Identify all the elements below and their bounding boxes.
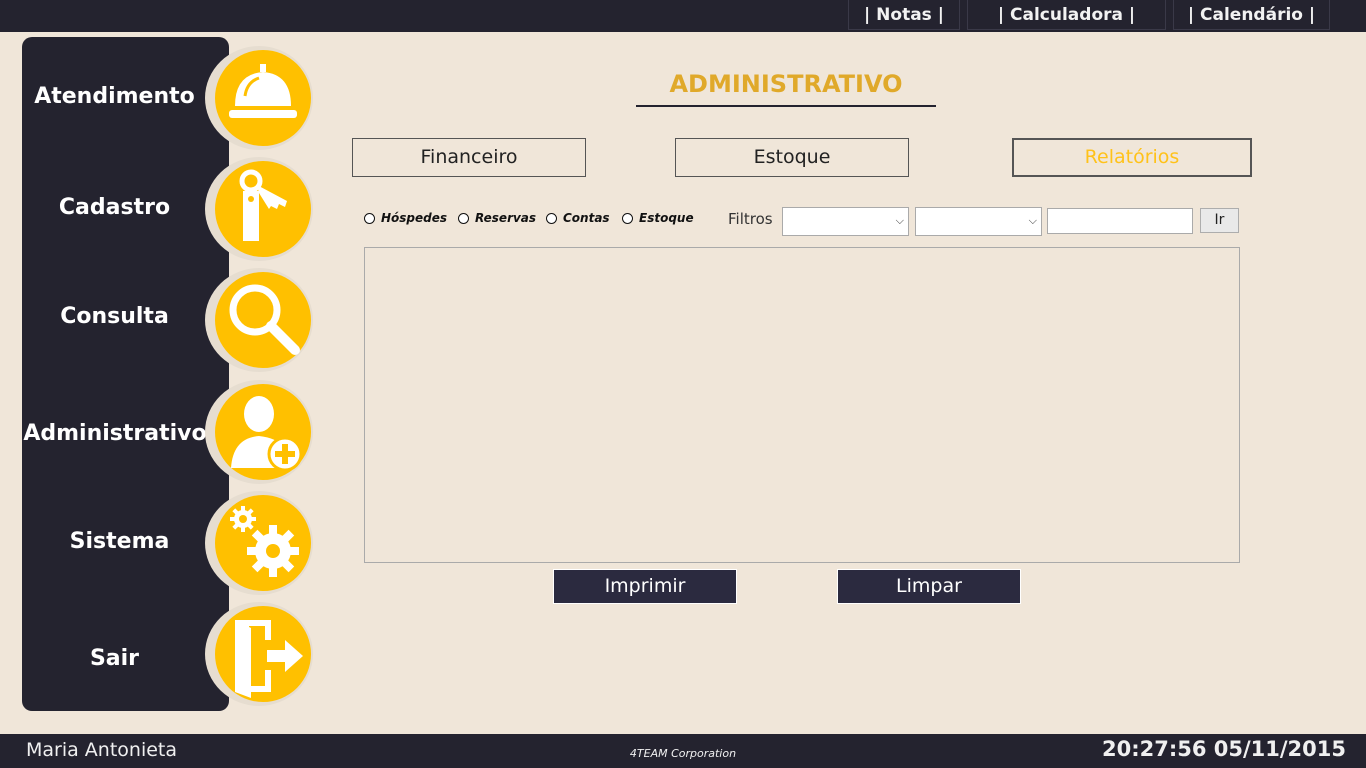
sidebar: Atendimento Cadastro Consulta Administra…	[22, 37, 313, 711]
tab-financeiro[interactable]: Financeiro	[352, 138, 586, 177]
title-underline	[636, 105, 936, 107]
user-add-icon	[205, 380, 313, 484]
sidebar-item-label: Administrativo	[23, 421, 207, 446]
print-button[interactable]: Imprimir	[553, 569, 737, 604]
service-bell-icon	[205, 46, 313, 150]
sidebar-item-atendimento[interactable]: Atendimento	[22, 42, 342, 152]
exit-door-icon	[205, 602, 313, 706]
sidebar-item-label: Cadastro	[58, 195, 171, 220]
sidebar-item-cadastro[interactable]: Cadastro	[22, 153, 342, 263]
radio-circle[interactable]	[364, 212, 375, 224]
clear-button[interactable]: Limpar	[837, 569, 1021, 604]
radio-estoque[interactable]: Estoque	[622, 209, 694, 227]
sidebar-item-consulta[interactable]: Consulta	[22, 264, 342, 374]
radio-contas[interactable]: Contas	[546, 209, 610, 227]
filter-select-1[interactable]: ⌵	[782, 207, 909, 236]
go-button[interactable]: Ir	[1200, 208, 1239, 233]
sidebar-item-sair[interactable]: Sair	[22, 598, 342, 708]
radio-circle[interactable]	[622, 212, 633, 224]
sidebar-item-label: Sair	[89, 646, 140, 671]
key-tag-icon	[205, 157, 313, 261]
status-bar: Maria Antonieta 4TEAM Corporation 20:27:…	[0, 734, 1366, 768]
sidebar-item-sistema[interactable]: Sistema	[22, 487, 342, 597]
report-results-area[interactable]	[364, 247, 1240, 563]
tab-relatorios[interactable]: Relatórios	[1012, 138, 1252, 177]
gears-icon	[205, 491, 313, 595]
sidebar-item-label: Consulta	[60, 304, 169, 329]
page-title: ADMINISTRATIVO	[669, 70, 903, 98]
radio-label: Contas	[563, 211, 610, 225]
filters-label: Filtros	[728, 210, 773, 228]
chevron-down-icon: ⌵	[895, 214, 904, 227]
radio-label: Hóspedes	[381, 211, 448, 225]
filter-text-input[interactable]	[1047, 208, 1193, 234]
radio-label: Reservas	[475, 211, 537, 225]
sidebar-item-administrativo[interactable]: Administrativo	[22, 376, 342, 486]
radio-hospedes[interactable]: Hóspedes	[364, 209, 447, 227]
filter-select-2[interactable]: ⌵	[915, 207, 1042, 236]
tab-estoque[interactable]: Estoque	[675, 138, 909, 177]
calculator-link[interactable]: | Calculadora |	[967, 0, 1166, 30]
radio-label: Estoque	[639, 211, 694, 225]
sidebar-item-label: Atendimento	[34, 84, 195, 109]
top-bar: | Notas | | Calculadora | | Calendário |	[0, 0, 1366, 32]
sidebar-item-label: Sistema	[69, 529, 170, 554]
datetime-display: 20:27:56 05/11/2015	[1101, 737, 1346, 761]
chevron-down-icon: ⌵	[1028, 214, 1037, 227]
notes-link[interactable]: | Notas |	[848, 0, 960, 30]
radio-circle[interactable]	[546, 212, 557, 224]
calendar-link[interactable]: | Calendário |	[1173, 0, 1330, 30]
magnifier-icon	[205, 268, 313, 372]
radio-reservas[interactable]: Reservas	[458, 209, 536, 227]
radio-circle[interactable]	[458, 212, 469, 224]
